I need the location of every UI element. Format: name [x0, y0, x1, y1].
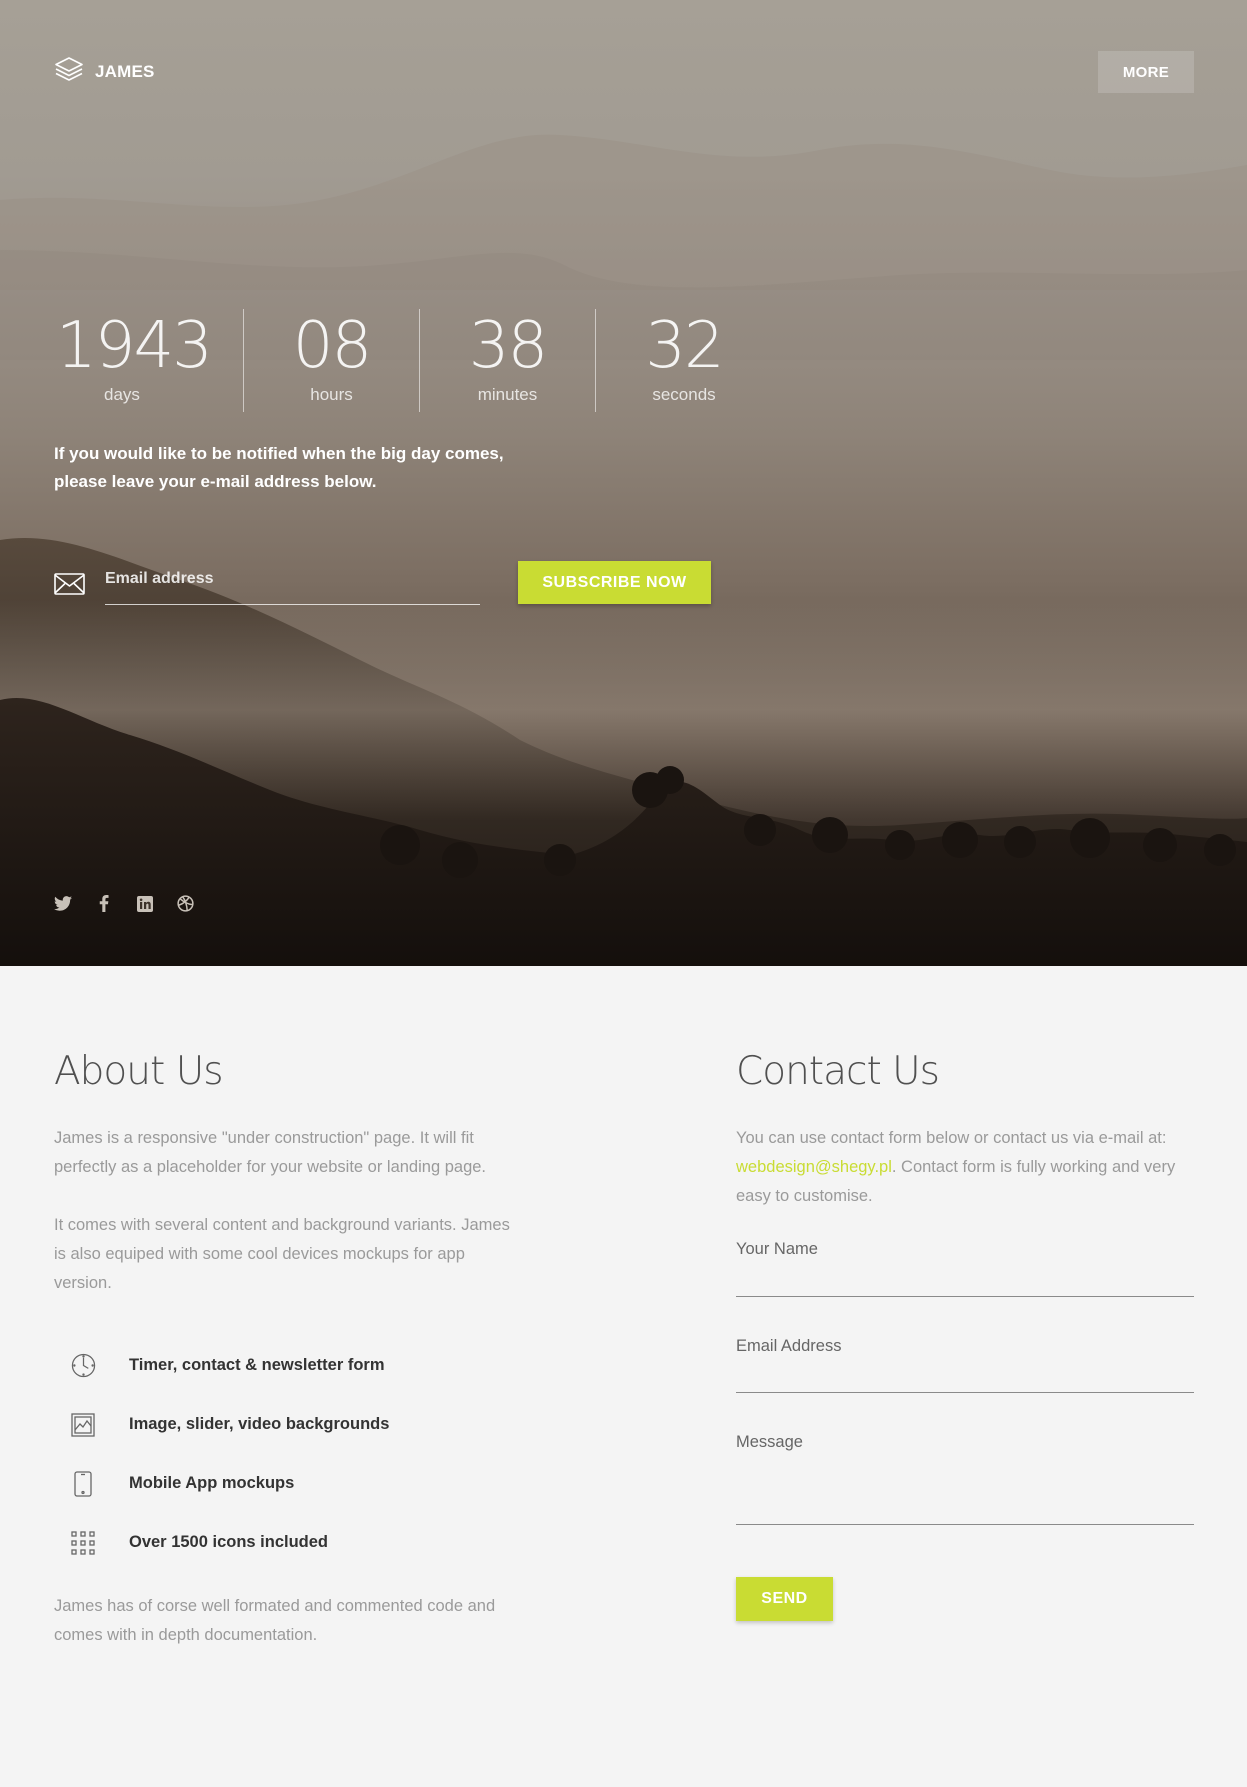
countdown-seconds: 32 seconds — [596, 309, 772, 412]
countdown-label: days — [104, 385, 140, 404]
more-button[interactable]: MORE — [1098, 51, 1194, 93]
contact-email-link[interactable]: webdesign@shegy.pl — [736, 1158, 892, 1176]
facebook-icon[interactable] — [94, 894, 113, 913]
contact-title: Contact Us — [736, 1049, 940, 1094]
countdown-minutes: 38 minutes — [420, 309, 596, 412]
hero-section: JAMES MORE 1943 days 08 hours 38 minutes… — [0, 0, 1247, 966]
about-paragraph-1: James is a responsive "under constructio… — [54, 1129, 487, 1176]
feature-item: Image, slider, video backgrounds — [54, 1395, 514, 1454]
feature-text: Over 1500 icons included — [129, 1533, 328, 1551]
countdown-days: 1943 days — [54, 309, 244, 412]
mobile-icon — [69, 1470, 97, 1498]
envelope-icon — [54, 573, 85, 600]
contact-intro: You can use contact form below or contac… — [736, 1124, 1194, 1211]
about-paragraph-3: James has of corse well formated and com… — [54, 1597, 496, 1644]
about-section: About Us James is a responsive "under co… — [54, 1046, 514, 1650]
contact-intro-before: You can use contact form below or contac… — [736, 1129, 1167, 1147]
layers-icon — [54, 56, 84, 87]
brand-name: JAMES — [95, 61, 155, 81]
send-button[interactable]: SEND — [736, 1577, 833, 1621]
countdown-value: 38 — [468, 309, 548, 383]
linkedin-icon[interactable] — [135, 894, 154, 913]
clock-icon — [69, 1352, 97, 1380]
contact-section: Contact Us You can use contact form belo… — [736, 1046, 1194, 1621]
countdown-value: 32 — [645, 309, 724, 383]
brand-logo[interactable]: JAMES — [54, 56, 155, 87]
countdown-value: 1943 — [56, 309, 213, 383]
notify-line-2: please leave your e-mail address below. — [54, 472, 377, 491]
countdown-label: seconds — [652, 385, 716, 404]
message-textarea[interactable] — [736, 1433, 1194, 1524]
notify-line-1: If you would like to be notified when th… — [54, 444, 504, 463]
image-icon — [69, 1411, 97, 1439]
email-input[interactable] — [736, 1337, 1194, 1392]
name-field[interactable]: Your Name — [736, 1240, 1194, 1297]
feature-item: Over 1500 icons included — [54, 1513, 514, 1572]
countdown-hours: 08 hours — [244, 309, 420, 412]
dribbble-icon[interactable] — [176, 894, 195, 913]
feature-item: Mobile App mockups — [54, 1454, 514, 1513]
feature-text: Mobile App mockups — [129, 1474, 295, 1492]
message-field[interactable]: Message — [736, 1433, 1194, 1525]
name-input[interactable] — [736, 1240, 1194, 1296]
feature-item: Timer, contact & newsletter form — [54, 1336, 514, 1395]
grid-icon — [69, 1529, 97, 1557]
about-paragraph-2: It comes with several content and backgr… — [54, 1216, 510, 1292]
feature-list: Timer, contact & newsletter form Image, … — [54, 1336, 514, 1572]
countdown-value: 08 — [292, 309, 372, 383]
countdown-label: minutes — [477, 385, 538, 404]
countdown-timer: 1943 days 08 hours 38 minutes 32 seconds — [54, 309, 772, 412]
subscribe-button[interactable]: SUBSCRIBE NOW — [518, 561, 711, 604]
email-field[interactable]: Email Address — [736, 1337, 1194, 1393]
countdown-label: hours — [310, 385, 353, 404]
social-links — [53, 894, 195, 913]
twitter-icon[interactable] — [53, 894, 72, 913]
feature-text: Timer, contact & newsletter form — [129, 1356, 385, 1374]
notify-text: If you would like to be notified when th… — [54, 440, 524, 496]
newsletter-email-input[interactable] — [105, 564, 480, 605]
about-title: About Us — [54, 1049, 224, 1094]
feature-text: Image, slider, video backgrounds — [129, 1415, 390, 1433]
